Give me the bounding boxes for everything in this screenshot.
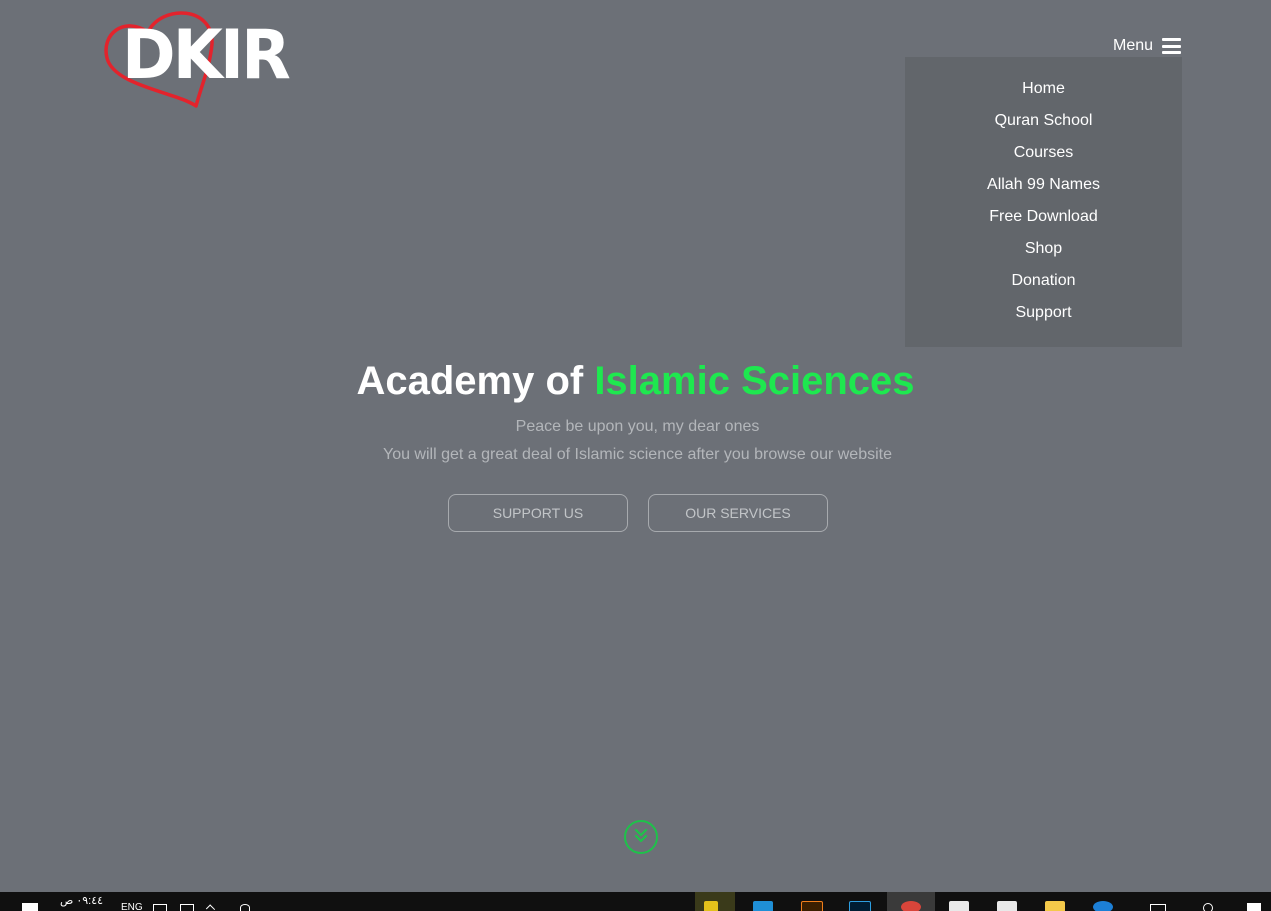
chrome-icon[interactable] — [887, 892, 935, 911]
language-indicator[interactable]: ENG — [121, 902, 143, 911]
store-icon[interactable] — [987, 892, 1027, 911]
logo-text: DKIR — [122, 16, 291, 95]
nav-item-free-download[interactable]: Free Download — [905, 201, 1182, 233]
nav-item-home[interactable]: Home — [905, 73, 1182, 105]
nav-item-courses[interactable]: Courses — [905, 137, 1182, 169]
double-chevron-down-icon — [634, 828, 648, 843]
site-logo[interactable]: DKIR — [104, 8, 294, 112]
nav-item-allah-99-names[interactable]: Allah 99 Names — [905, 169, 1182, 201]
page: DKIR Menu Home Quran School Courses Alla… — [0, 0, 1271, 892]
nav-item-donation[interactable]: Donation — [905, 265, 1182, 297]
scroll-down-button[interactable] — [624, 820, 658, 854]
taskbar: ٠٩:٤٤ ص ENG — [0, 892, 1271, 911]
snipping-tool-icon[interactable] — [743, 892, 783, 911]
chevron-up-icon[interactable] — [205, 904, 216, 911]
nav-item-quran-school[interactable]: Quran School — [905, 105, 1182, 137]
hero-greeting: Peace be upon you, my dear ones — [515, 418, 760, 435]
taskbar-clock[interactable]: ٠٩:٤٤ ص — [60, 894, 103, 911]
search-icon[interactable] — [1203, 903, 1213, 911]
menu-label: Menu — [1113, 37, 1154, 54]
sticky-notes-icon[interactable] — [695, 892, 735, 911]
nav-dropdown: Home Quran School Courses Allah 99 Names… — [905, 57, 1182, 347]
task-view-icon[interactable] — [1150, 904, 1166, 911]
hero-title: Academy of Islamic Sciences — [0, 358, 1271, 404]
menu-toggle[interactable]: Menu — [1113, 37, 1182, 55]
network-icon[interactable] — [180, 904, 194, 911]
people-icon[interactable] — [240, 904, 250, 911]
hero-title-main: Academy of — [356, 359, 595, 403]
our-services-button[interactable]: OUR SERVICES — [648, 494, 828, 532]
hero-title-accent: Islamic Sciences — [594, 359, 915, 403]
hero-description: You will get a great deal of Islamic sci… — [382, 446, 892, 463]
hamburger-icon — [1162, 38, 1182, 54]
action-center-icon[interactable] — [22, 903, 38, 911]
support-us-button[interactable]: SUPPORT US — [448, 494, 628, 532]
illustrator-icon[interactable] — [791, 892, 831, 911]
nav-item-support[interactable]: Support — [905, 297, 1182, 329]
windows-start-icon[interactable] — [1247, 903, 1261, 911]
edge-icon[interactable] — [1083, 892, 1123, 911]
file-explorer-icon[interactable] — [1035, 892, 1075, 911]
nav-item-shop[interactable]: Shop — [905, 233, 1182, 265]
volume-icon[interactable] — [153, 904, 167, 911]
photoshop-icon[interactable] — [839, 892, 879, 911]
mail-icon[interactable] — [939, 892, 979, 911]
